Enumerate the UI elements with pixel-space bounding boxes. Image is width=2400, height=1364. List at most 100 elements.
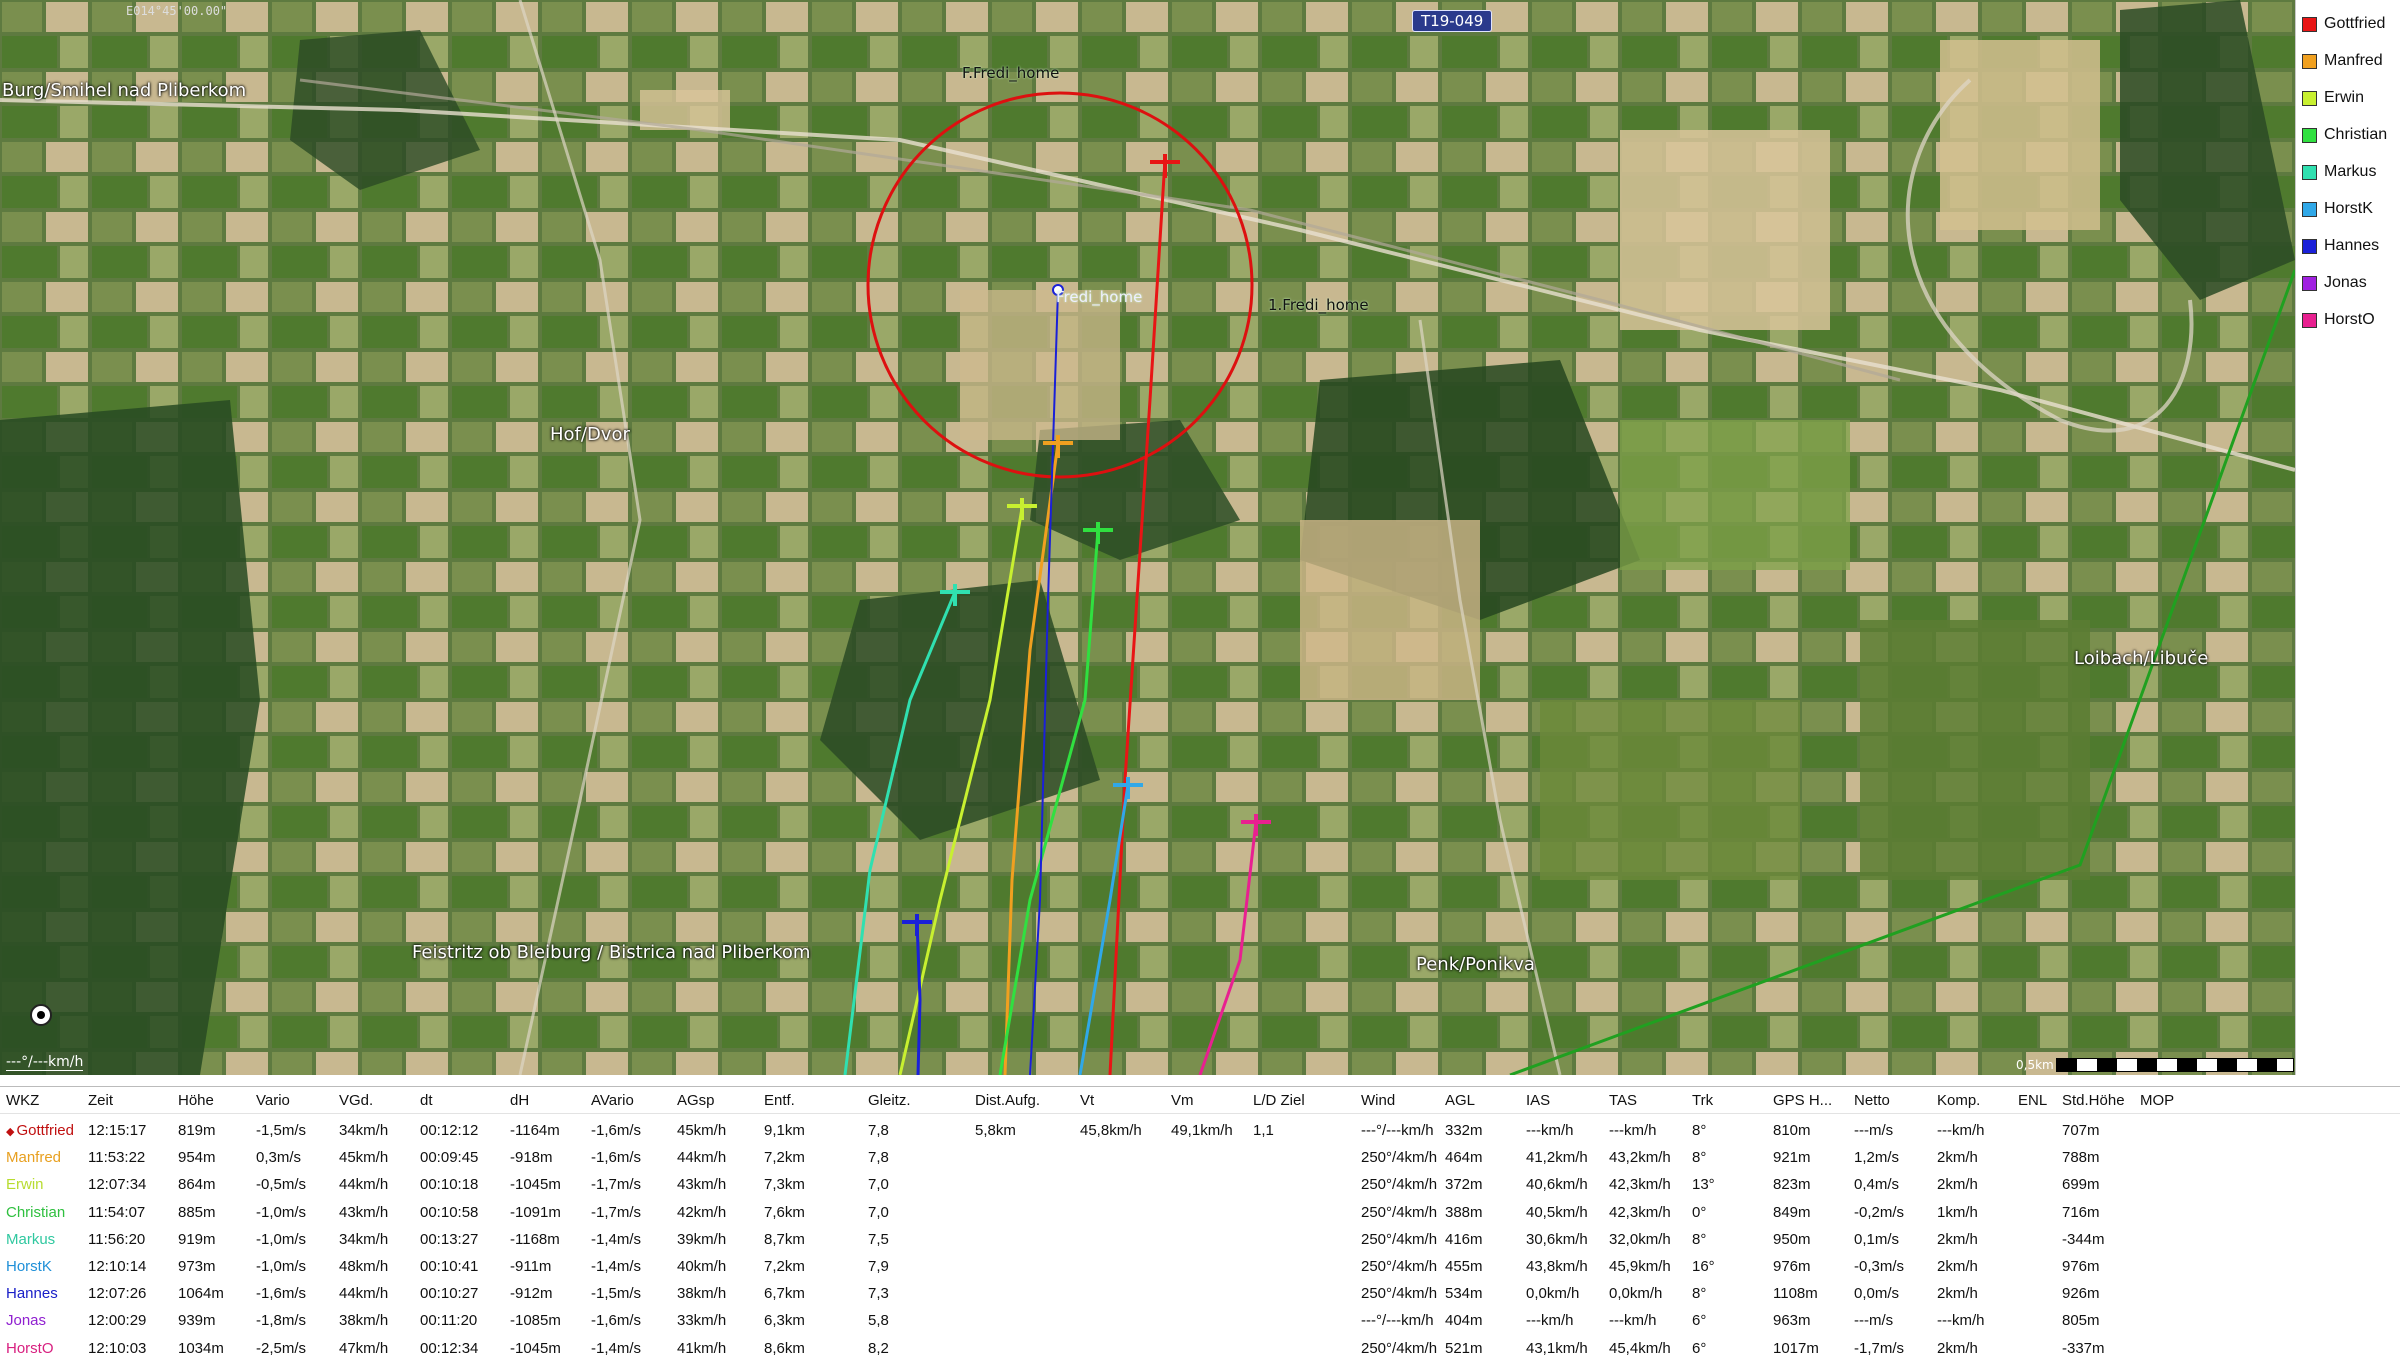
- table-cell: 250°/4km/h: [1361, 1203, 1438, 1221]
- column-header[interactable]: Dist.Aufg.: [975, 1092, 1040, 1109]
- table-row[interactable]: Manfred 11:53:22 954m 0,3m/s 45km/h 00:09:45 -…: [0, 1146, 2400, 1173]
- table-cell: 7,0: [868, 1176, 889, 1194]
- column-header[interactable]: AVario: [591, 1092, 634, 1109]
- table-row[interactable]: ◆ Gottfried 12:15:17 819m -1,5m/s 34km/h 00:12…: [0, 1119, 2400, 1146]
- column-header[interactable]: Gleitz.: [868, 1092, 911, 1109]
- legend-item-jonas[interactable]: Jonas: [2302, 273, 2367, 293]
- table-cell: 41km/h: [677, 1339, 727, 1357]
- column-header[interactable]: Netto: [1854, 1092, 1890, 1109]
- column-header[interactable]: AGsp: [677, 1092, 715, 1109]
- table-cell: 43km/h: [339, 1203, 389, 1221]
- table-cell: 1034m: [178, 1339, 224, 1357]
- map-canvas[interactable]: [0, 0, 2295, 1075]
- waypoint-label[interactable]: F.Fredi_home: [962, 64, 1059, 82]
- table-cell: -1164m: [510, 1122, 560, 1139]
- table-cell: 00:10:58: [420, 1203, 479, 1221]
- column-header[interactable]: Höhe: [178, 1092, 214, 1109]
- column-header[interactable]: WKZ: [6, 1092, 39, 1109]
- table-cell: 43,8km/h: [1526, 1258, 1588, 1275]
- table-row[interactable]: Hannes 12:07:26 1064m -1,6m/s 44km/h 00:10:27…: [0, 1282, 2400, 1309]
- table-cell: ---km/h: [1609, 1122, 1657, 1139]
- selected-marker-icon: ◆: [6, 1126, 15, 1138]
- table-cell: 864m: [178, 1176, 216, 1194]
- legend-item-erwin[interactable]: Erwin: [2302, 88, 2364, 108]
- table-cell: 919m: [178, 1230, 216, 1248]
- legend-label: Christian: [2324, 126, 2388, 143]
- legend-item-horsto[interactable]: HorstO: [2302, 310, 2375, 330]
- pilot-name: HorstO: [6, 1340, 54, 1357]
- table-header: WKZ Zeit Höhe Vario VGd. dt dH AVario AGsp Entf. G…: [0, 1087, 2400, 1114]
- legend-item-markus[interactable]: Markus: [2302, 162, 2376, 182]
- table-row[interactable]: Markus 11:56:20 919m -1,0m/s 34km/h 00:13:27 -…: [0, 1228, 2400, 1255]
- table-cell: ---km/h: [1609, 1312, 1657, 1330]
- column-header[interactable]: AGL: [1445, 1092, 1475, 1109]
- column-header[interactable]: Trk: [1692, 1092, 1713, 1109]
- column-header[interactable]: Vario: [256, 1092, 290, 1109]
- column-header[interactable]: Vm: [1171, 1092, 1194, 1109]
- table-cell: -1,4m/s: [591, 1258, 642, 1275]
- column-header[interactable]: Std.Höhe: [2062, 1092, 2125, 1109]
- table-cell: -0,5m/s: [256, 1176, 307, 1194]
- center-position-icon[interactable]: [30, 1004, 52, 1026]
- table-cell: 6°: [1692, 1339, 1707, 1357]
- table-row[interactable]: Jonas 12:00:29 939m -1,8m/s 38km/h 00:11:20 -1…: [0, 1309, 2400, 1336]
- column-header[interactable]: dH: [510, 1092, 529, 1109]
- table-cell: 8,2: [868, 1339, 889, 1357]
- pilot-name: ◆ Gottfried: [6, 1122, 74, 1139]
- table-cell: 48km/h: [339, 1258, 389, 1275]
- table-row[interactable]: Christian 11:54:07 885m -1,0m/s 43km/h 00:10:…: [0, 1201, 2400, 1228]
- column-header[interactable]: L/D Ziel: [1253, 1092, 1305, 1109]
- column-header[interactable]: GPS H...: [1773, 1092, 1832, 1109]
- table-cell: 12:15:17: [88, 1122, 147, 1139]
- table-cell: -2,5m/s: [256, 1339, 307, 1357]
- table-cell: 250°/4km/h: [1361, 1176, 1438, 1194]
- table-cell: 33km/h: [677, 1312, 727, 1330]
- table-cell: 250°/4km/h: [1361, 1230, 1438, 1248]
- pilot-legend: Gottfried Manfred Erwin Christian Markus…: [2295, 0, 2400, 1075]
- table-cell: ---m/s: [1854, 1312, 1894, 1330]
- column-header[interactable]: VGd.: [339, 1092, 373, 1109]
- legend-item-christian[interactable]: Christian: [2302, 125, 2387, 145]
- table-cell: 5,8km: [975, 1122, 1016, 1139]
- column-header[interactable]: Komp.: [1937, 1092, 1980, 1109]
- pilot-name-text: Erwin: [6, 1176, 44, 1194]
- table-row[interactable]: HorstK 12:10:14 973m -1,0m/s 48km/h 00:10:41 -…: [0, 1255, 2400, 1282]
- column-header[interactable]: dt: [420, 1092, 433, 1109]
- table-row[interactable]: Erwin 12:07:34 864m -0,5m/s 44km/h 00:10:18 -1…: [0, 1173, 2400, 1200]
- column-header[interactable]: IAS: [1526, 1092, 1550, 1109]
- table-cell: 9,1km: [764, 1122, 805, 1139]
- table-cell: 2km/h: [1937, 1230, 1978, 1248]
- column-header[interactable]: MOP: [2140, 1092, 2174, 1109]
- waypoint-label[interactable]: 1.Fredi_home: [1268, 296, 1369, 314]
- column-header[interactable]: Entf.: [764, 1092, 795, 1109]
- column-header[interactable]: Vt: [1080, 1092, 1094, 1109]
- table-cell: 973m: [178, 1258, 216, 1275]
- table-cell: ---°/---km/h: [1361, 1122, 1434, 1139]
- table-cell: 464m: [1445, 1149, 1483, 1167]
- pilot-name-text: Hannes: [6, 1285, 58, 1303]
- column-header[interactable]: Wind: [1361, 1092, 1395, 1109]
- table-cell: -1168m: [510, 1230, 560, 1248]
- legend-item-manfred[interactable]: Manfred: [2302, 51, 2383, 71]
- waypoint-label[interactable]: Fredi_home: [1056, 288, 1142, 306]
- table-row[interactable]: HorstO 12:10:03 1034m -2,5m/s 47km/h 00:12:34…: [0, 1337, 2400, 1364]
- column-header[interactable]: Zeit: [88, 1092, 113, 1109]
- column-header[interactable]: ENL: [2018, 1092, 2047, 1109]
- table-cell: 45,8km/h: [1080, 1122, 1142, 1139]
- table-cell: 1064m: [178, 1285, 224, 1303]
- table-cell: -1,6m/s: [591, 1312, 642, 1330]
- table-cell: 976m: [1773, 1258, 1811, 1275]
- table-cell: 0,4m/s: [1854, 1176, 1900, 1194]
- legend-item-hannes[interactable]: Hannes: [2302, 236, 2379, 256]
- table-cell: 7,5: [868, 1230, 889, 1248]
- table-cell: 926m: [2062, 1285, 2100, 1303]
- table-cell: 707m: [2062, 1122, 2100, 1139]
- column-header[interactable]: TAS: [1609, 1092, 1637, 1109]
- table-cell: 521m: [1445, 1339, 1483, 1357]
- table-cell: -1,0m/s: [256, 1230, 307, 1248]
- map-view[interactable]: E014°45'00.00" T19-049 Burg/Smihel nad P…: [0, 0, 2295, 1075]
- legend-item-gottfried[interactable]: Gottfried: [2302, 14, 2385, 34]
- pilot-name-text: Christian: [6, 1203, 66, 1221]
- table-cell: 788m: [2062, 1149, 2100, 1167]
- legend-item-horstk[interactable]: HorstK: [2302, 199, 2373, 219]
